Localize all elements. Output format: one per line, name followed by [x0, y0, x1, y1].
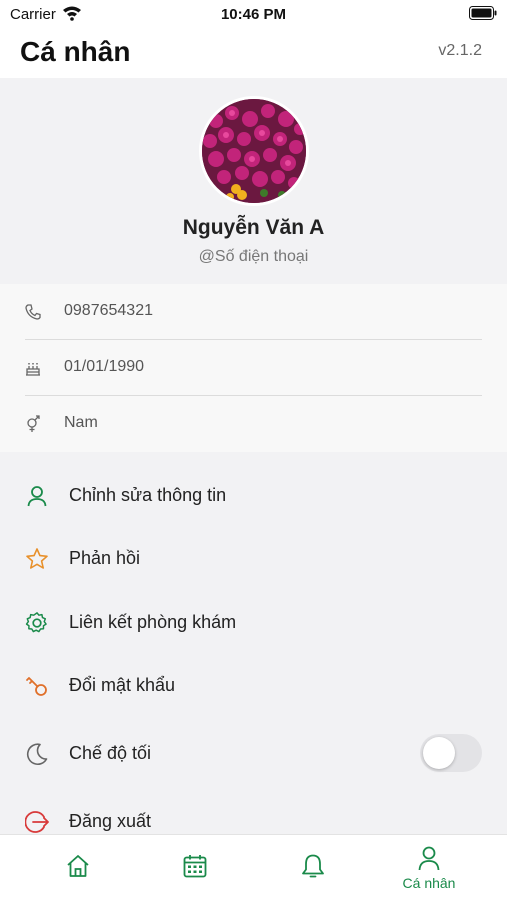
bell-icon: [302, 854, 324, 878]
page-title: Cá nhân: [20, 36, 131, 67]
menu-item-logout[interactable]: Đăng xuất: [0, 794, 507, 834]
gender-value: Nam: [64, 414, 98, 431]
tab-bar: Cá nhân: [0, 834, 507, 900]
birthday-cake-icon: [26, 363, 40, 376]
moon-icon: [26, 743, 48, 766]
gender-icon: [27, 415, 40, 432]
toggle-knob: [423, 737, 455, 769]
menu-item-label: Đăng xuất: [69, 811, 152, 831]
info-row-birthday: 01/01/1990: [0, 340, 507, 396]
tab-home[interactable]: [15, 835, 141, 900]
user-handle: @Số điện thoại: [198, 248, 309, 265]
star-icon: [26, 548, 48, 569]
menu-item-label: Đổi mật khẩu: [69, 675, 176, 695]
settings-menu: Chỉnh sửa thông tin Phản hồi Liên kết ph…: [0, 452, 507, 834]
menu-item-link-clinic[interactable]: Liên kết phòng khám: [0, 595, 507, 651]
menu-item-label: Phản hồi: [69, 548, 141, 568]
menu-item-change-password[interactable]: Đổi mật khẩu: [0, 658, 507, 714]
tab-calendar[interactable]: [132, 835, 258, 900]
dark-mode-toggle[interactable]: [420, 734, 482, 772]
home-icon: [67, 855, 89, 877]
tab-profile-label: Cá nhân: [402, 875, 456, 891]
phone-icon: [25, 304, 41, 320]
avatar-photo: [202, 99, 306, 203]
menu-item-feedback[interactable]: Phản hồi: [0, 531, 507, 587]
birthday-value: 01/01/1990: [64, 358, 145, 375]
phone-value: 0987654321: [64, 302, 153, 319]
info-row-phone: 0987654321: [0, 284, 507, 340]
profile-info: 0987654321 01/01/1990 Nam: [0, 284, 507, 452]
profile-icon: [418, 846, 440, 871]
user-name: Nguyễn Văn A: [182, 216, 325, 239]
clock: 10:46 PM: [220, 6, 287, 23]
logout-icon: [25, 811, 49, 833]
menu-item-label: Liên kết phòng khám: [69, 612, 237, 632]
user-edit-icon: [27, 486, 47, 507]
tab-profile[interactable]: Cá nhân: [366, 835, 492, 900]
calendar-icon: [183, 855, 207, 878]
status-bar: Carrier 10:46 PM: [0, 0, 507, 28]
info-row-gender: Nam: [0, 396, 507, 452]
profile-card: Nguyễn Văn A @Số điện thoại: [0, 78, 507, 284]
page-header: Cá nhân v2.1.2: [0, 28, 507, 78]
menu-item-label: Chỉnh sửa thông tin: [69, 485, 227, 505]
gear-icon: [25, 612, 47, 633]
tab-notifications[interactable]: [250, 835, 376, 900]
app-version: v2.1.2: [438, 42, 482, 59]
battery-icon: [469, 6, 497, 20]
key-icon: [26, 677, 47, 696]
avatar[interactable]: [199, 96, 309, 206]
menu-item-label: Chế độ tối: [69, 743, 152, 763]
menu-item-edit-profile[interactable]: Chỉnh sửa thông tin: [0, 468, 507, 524]
